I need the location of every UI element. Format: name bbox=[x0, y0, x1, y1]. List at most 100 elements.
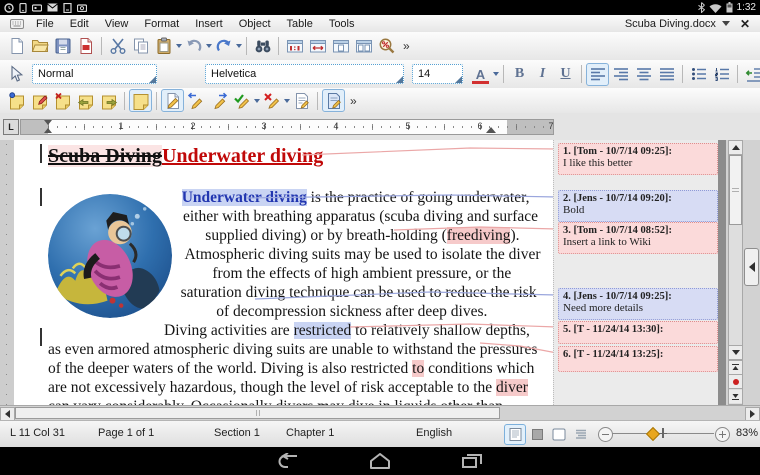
show-changes-button[interactable] bbox=[322, 89, 345, 112]
horizontal-scrollbar-thumb[interactable] bbox=[15, 407, 500, 419]
manage-changes-button[interactable] bbox=[290, 89, 313, 112]
zoom-percentage[interactable]: 83% bbox=[736, 427, 758, 439]
previous-change-button[interactable] bbox=[184, 89, 207, 112]
menu-view[interactable]: View bbox=[97, 17, 137, 31]
bullet-list-button[interactable] bbox=[687, 63, 710, 86]
numbered-list-button[interactable] bbox=[710, 63, 733, 86]
language-field[interactable]: English bbox=[416, 427, 452, 439]
zoom-slider-handle[interactable] bbox=[645, 426, 661, 442]
comment-5[interactable]: 5. [T - 11/24/14 13:30]: bbox=[558, 321, 718, 344]
menu-object[interactable]: Object bbox=[231, 17, 279, 31]
font-name-combobox[interactable]: Helvetica bbox=[205, 64, 404, 84]
align-left-button[interactable] bbox=[586, 62, 609, 86]
font-color-button[interactable]: A bbox=[469, 63, 492, 86]
menu-table[interactable]: Table bbox=[279, 17, 321, 31]
find-button[interactable] bbox=[251, 35, 274, 58]
combo-dropdown-icon[interactable] bbox=[149, 76, 156, 83]
font-color-dropdown-icon[interactable] bbox=[493, 72, 499, 76]
comment-1[interactable]: 1. [Tom - 10/7/14 09:25]: I like this be… bbox=[558, 143, 718, 175]
combo-dropdown-icon[interactable] bbox=[396, 76, 403, 83]
menu-file[interactable]: File bbox=[28, 17, 62, 31]
document-page[interactable]: Scuba DivingUnderwater diving Underwater… bbox=[14, 140, 553, 405]
paragraph-style-combobox[interactable]: Normal bbox=[32, 64, 157, 84]
comment-6[interactable]: 6. [T - 11/24/14 13:25]: bbox=[558, 346, 718, 372]
menu-edit[interactable]: Edit bbox=[62, 17, 97, 31]
export-pdf-button[interactable] bbox=[74, 35, 97, 58]
section-field[interactable]: Section 1 bbox=[214, 427, 260, 439]
insert-comment-button[interactable] bbox=[5, 89, 28, 112]
selection-cursor-button[interactable] bbox=[5, 63, 28, 86]
menu-insert[interactable]: Insert bbox=[187, 17, 231, 31]
redo-dropdown-icon[interactable] bbox=[236, 44, 242, 48]
previous-comment-button[interactable] bbox=[74, 89, 97, 112]
zoom-out-button[interactable] bbox=[598, 427, 613, 442]
close-document-button[interactable]: ✕ bbox=[736, 17, 754, 31]
underline-button[interactable]: U bbox=[554, 63, 577, 86]
vertical-scrollbar-thumb[interactable] bbox=[729, 155, 742, 225]
next-change-button[interactable] bbox=[207, 89, 230, 112]
cursor-position-field[interactable]: L 11 Col 31 bbox=[10, 427, 65, 439]
scroll-up-button[interactable] bbox=[729, 141, 742, 155]
delete-comment-button[interactable] bbox=[51, 89, 74, 112]
zoom-two-pages-button[interactable] bbox=[352, 35, 375, 58]
menu-tools[interactable]: Tools bbox=[321, 17, 363, 31]
redo-button[interactable] bbox=[212, 35, 235, 58]
zoom-in-button[interactable] bbox=[715, 427, 730, 442]
decrease-indent-button[interactable] bbox=[742, 63, 760, 86]
zoom-level-button[interactable] bbox=[375, 35, 398, 58]
open-button[interactable] bbox=[28, 35, 51, 58]
toolbar-overflow-button[interactable]: » bbox=[400, 39, 413, 53]
zoom-slider[interactable] bbox=[598, 425, 730, 443]
document-switcher-dropdown-icon[interactable] bbox=[721, 21, 730, 26]
back-button[interactable] bbox=[268, 450, 308, 472]
next-object-button[interactable] bbox=[729, 390, 742, 403]
show-comments-button[interactable] bbox=[129, 89, 152, 112]
menu-format[interactable]: Format bbox=[136, 17, 187, 31]
view-master-pages-button[interactable] bbox=[526, 424, 548, 445]
align-center-button[interactable] bbox=[632, 63, 655, 86]
new-document-button[interactable] bbox=[5, 35, 28, 58]
font-size-combobox[interactable]: 14 bbox=[412, 64, 463, 84]
document-title[interactable]: Scuba Diving.docx bbox=[625, 18, 716, 30]
previous-object-button[interactable] bbox=[729, 360, 742, 375]
paste-button[interactable] bbox=[152, 35, 175, 58]
track-changes-button[interactable] bbox=[161, 89, 184, 112]
page-number-field[interactable]: Page 1 of 1 bbox=[98, 427, 154, 439]
home-button[interactable] bbox=[360, 450, 400, 472]
scuba-diver-image[interactable] bbox=[48, 194, 172, 318]
comment-4[interactable]: 4. [Jens - 10/7/14 09:25]: Need more det… bbox=[558, 288, 718, 320]
scroll-right-button[interactable] bbox=[745, 407, 760, 421]
scroll-left-button[interactable] bbox=[0, 407, 15, 421]
select-browse-object-button[interactable] bbox=[729, 375, 742, 389]
next-comment-button[interactable] bbox=[97, 89, 120, 112]
reject-change-button[interactable] bbox=[260, 89, 283, 112]
zoom-actual-size-button[interactable] bbox=[283, 35, 306, 58]
cut-button[interactable] bbox=[106, 35, 129, 58]
right-indent-marker[interactable] bbox=[486, 127, 496, 133]
view-continuous-button[interactable] bbox=[570, 424, 592, 445]
bold-button[interactable]: B bbox=[508, 63, 531, 86]
align-justify-button[interactable] bbox=[655, 63, 678, 86]
chapter-field[interactable]: Chapter 1 bbox=[286, 427, 334, 439]
tab-type-selector[interactable]: L bbox=[3, 119, 19, 135]
vertical-scrollbar[interactable] bbox=[728, 140, 743, 405]
comment-2[interactable]: 2. [Jens - 10/7/14 09:20]: Bold bbox=[558, 190, 718, 222]
view-full-page-button[interactable] bbox=[548, 424, 570, 445]
recent-apps-button[interactable] bbox=[452, 450, 492, 472]
accept-change-button[interactable] bbox=[230, 89, 253, 112]
first-line-indent-marker[interactable] bbox=[44, 120, 52, 125]
copy-button[interactable] bbox=[129, 35, 152, 58]
view-normal-button[interactable] bbox=[504, 424, 526, 445]
edit-comment-button[interactable] bbox=[28, 89, 51, 112]
horizontal-ruler[interactable]: 1 2 3 4 5 6 7 bbox=[20, 119, 554, 135]
save-button[interactable] bbox=[51, 35, 74, 58]
comment-3[interactable]: 3. [Tom - 10/7/14 08:52]: Insert a link … bbox=[558, 222, 718, 254]
undo-button[interactable] bbox=[182, 35, 205, 58]
toolbar-overflow-button[interactable]: » bbox=[347, 94, 360, 108]
sidebar-expand-handle[interactable] bbox=[744, 248, 759, 286]
scroll-down-button[interactable] bbox=[729, 345, 742, 360]
left-indent-marker[interactable] bbox=[44, 128, 52, 133]
zoom-full-page-button[interactable] bbox=[329, 35, 352, 58]
italic-button[interactable]: I bbox=[531, 63, 554, 86]
align-right-button[interactable] bbox=[609, 63, 632, 86]
